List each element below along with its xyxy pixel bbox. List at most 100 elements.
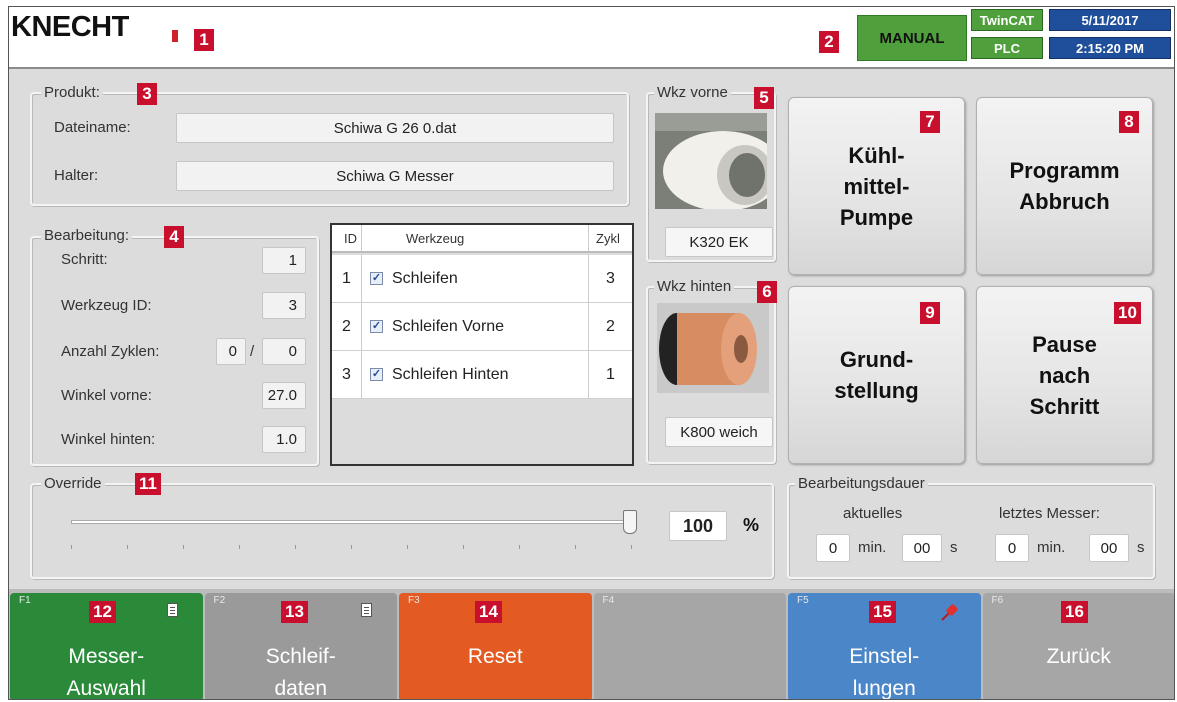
winkel-vorne-label: Winkel vorne:	[61, 387, 152, 404]
fkey-number: F2	[213, 595, 226, 606]
fkey-number: F3	[408, 595, 420, 606]
marker-10: 10	[1114, 302, 1141, 324]
row-checkbox[interactable]: ✓	[370, 351, 383, 398]
slider-tick	[519, 545, 520, 549]
slider-tick	[631, 545, 632, 549]
aktuelles-sec-value: 00	[902, 534, 942, 562]
col-zykl-header: Zykl	[596, 230, 620, 246]
date-display: 5/11/2017	[1049, 9, 1171, 31]
halter-label: Halter:	[54, 167, 99, 184]
table-row[interactable]: 3 ✓ Schleifen Hinten 1	[332, 351, 632, 399]
row-zykl: 1	[606, 365, 615, 383]
main-area: Produkt: 3 Dateiname: Schiwa G 26 0.dat …	[9, 69, 1174, 589]
winkel-hinten-value: 1.0	[262, 426, 306, 453]
document-icon	[166, 603, 178, 617]
row-checkbox[interactable]: ✓	[370, 303, 383, 350]
override-group	[30, 483, 774, 579]
marker-13: 13	[281, 601, 308, 623]
twincat-status: TwinCAT	[971, 9, 1043, 31]
checkmark-icon: ✓	[370, 320, 383, 333]
fkey-number: F1	[19, 595, 31, 606]
time-display: 2:15:20 PM	[1049, 37, 1171, 59]
marker-15: 15	[869, 601, 896, 623]
slider-tick	[71, 545, 72, 549]
fkey-label: Schleif- daten	[265, 645, 336, 700]
row-werkzeug: Schleifen Vorne	[392, 317, 505, 335]
marker-5: 5	[754, 87, 774, 109]
letztes-min-unit: min.	[1037, 539, 1066, 556]
knecht-logo: KNECHT	[11, 11, 129, 43]
row-id: 1	[342, 269, 351, 287]
marker-2: 2	[819, 31, 839, 53]
fkey-number: F6	[991, 595, 1004, 606]
override-value: 100	[669, 511, 727, 541]
fkey-label: Messer- Auswahl	[66, 645, 146, 700]
aktuelles-min-value: 0	[816, 534, 850, 562]
marker-6: 6	[757, 281, 777, 303]
tool-table-header: ID Werkzeug Zykl	[332, 225, 632, 253]
slider-tick	[239, 545, 240, 549]
table-row[interactable]: 2 ✓ Schleifen Vorne 2	[332, 303, 632, 351]
zyklen-separator: /	[250, 343, 255, 360]
slider-tick	[351, 545, 352, 549]
override-unit: %	[743, 515, 760, 535]
schritt-value: 1	[262, 247, 306, 274]
row-id: 3	[342, 365, 351, 383]
wkz-hinten-name: K800 weich	[665, 417, 773, 447]
letztes-sec-unit: s	[1137, 539, 1145, 556]
halter-field: Schiwa G Messer	[176, 161, 614, 191]
col-divider	[588, 255, 589, 302]
fkey-label: Zurück	[1046, 645, 1111, 668]
dateiname-label: Dateiname:	[54, 119, 131, 136]
slider-tick	[463, 545, 464, 549]
row-checkbox[interactable]: ✓	[370, 255, 383, 302]
fkey-label: Einstel- lungen	[849, 645, 920, 700]
bearbeitung-title: Bearbeitung:	[41, 227, 133, 244]
werkzeug-id-label: Werkzeug ID:	[61, 297, 152, 314]
col-divider	[361, 303, 362, 350]
col-divider	[588, 303, 589, 350]
function-key-bar: F1 Messer- Auswahl F2 Schleif- daten F3 Reset…	[9, 589, 1174, 700]
hmi-screen: KNECHT 1 2 MANUAL TwinCAT PLC 5/11/2017 …	[8, 6, 1175, 700]
fkey-label: Reset	[467, 645, 523, 668]
wkz-vorne-name: K320 EK	[665, 227, 773, 257]
col-werkzeug-header: Werkzeug	[406, 230, 465, 246]
override-slider-track[interactable]	[71, 520, 631, 524]
letztes-min-value: 0	[995, 534, 1029, 562]
col-id-header: ID	[344, 230, 357, 246]
schritt-label: Schritt:	[61, 251, 108, 268]
col-divider	[361, 351, 362, 398]
aktuelles-label: aktuelles	[843, 505, 903, 522]
fkey-number: F4	[602, 595, 615, 606]
zyklen-label: Anzahl Zyklen:	[61, 343, 160, 360]
wkz-vorne-image	[655, 113, 767, 209]
marker-14: 14	[475, 601, 502, 623]
wkz-hinten-image	[657, 303, 769, 393]
plc-status: PLC	[971, 37, 1043, 59]
produkt-title: Produkt:	[41, 84, 103, 101]
header-bar: KNECHT 1 2 MANUAL TwinCAT PLC 5/11/2017 …	[9, 7, 1174, 69]
slider-tick	[295, 545, 296, 549]
wkz-hinten-title: Wkz hinten	[654, 278, 735, 295]
fkey-f4-button[interactable]: F4	[593, 593, 786, 699]
tool-table[interactable]: ID Werkzeug Zykl 1 ✓ Schleifen 3 2 ✓ Schleifen…	[330, 223, 634, 466]
col-divider	[588, 351, 589, 398]
dateiname-field: Schiwa G 26 0.dat	[176, 113, 614, 143]
wkz-vorne-title: Wkz vorne	[654, 84, 731, 101]
werkzeug-id-value: 3	[262, 292, 306, 319]
row-zykl: 3	[606, 269, 615, 287]
marker-8: 8	[1119, 111, 1139, 133]
marker-16: 16	[1061, 601, 1088, 623]
row-werkzeug: Schleifen Hinten	[392, 365, 509, 383]
col-divider	[361, 225, 362, 251]
letztes-sec-value: 00	[1089, 534, 1129, 562]
mode-indicator: MANUAL	[857, 15, 967, 61]
table-row[interactable]: 1 ✓ Schleifen 3	[332, 255, 632, 303]
override-slider-thumb[interactable]	[623, 510, 637, 534]
zyklen-total: 0	[262, 338, 306, 365]
marker-11: 11	[135, 473, 161, 495]
fkey-number: F5	[797, 595, 809, 606]
aktuelles-min-unit: min.	[858, 539, 887, 556]
checkmark-icon: ✓	[370, 368, 383, 381]
winkel-vorne-value: 27.0	[262, 382, 306, 409]
